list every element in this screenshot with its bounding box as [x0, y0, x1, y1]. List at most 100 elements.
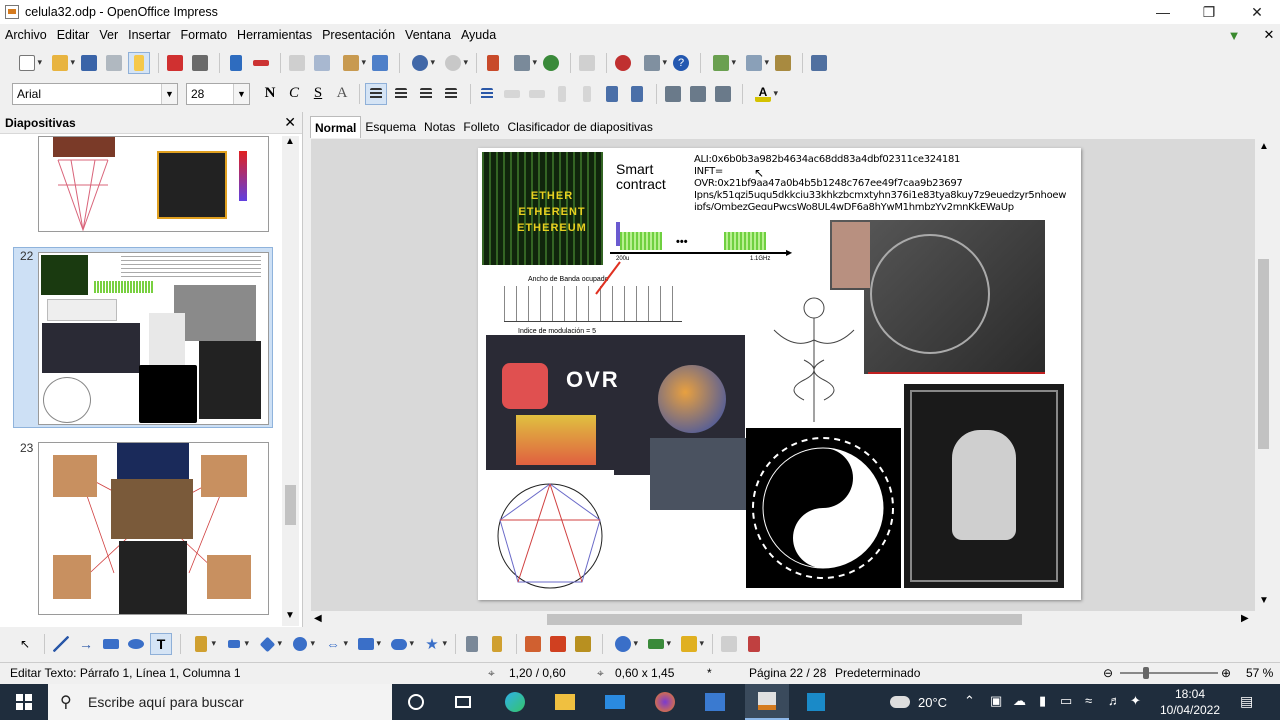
chevron-down-icon[interactable]: ▼ [233, 83, 249, 104]
slide-design-icon[interactable] [739, 52, 769, 74]
justify-icon[interactable] [440, 83, 462, 105]
close-window-icon[interactable]: ✕ [1234, 0, 1280, 24]
print-icon[interactable] [189, 52, 211, 74]
export-pdf-icon[interactable] [164, 52, 186, 74]
demote-icon[interactable] [526, 83, 548, 105]
copy-icon[interactable] [311, 52, 333, 74]
clock-date[interactable]: 10/04/2022 [1158, 703, 1222, 717]
redo-icon[interactable] [438, 52, 468, 74]
battery-icon[interactable]: ▭ [1060, 693, 1072, 709]
line-arrow-icon[interactable]: → [75, 633, 97, 655]
underline-icon[interactable]: S [306, 83, 330, 105]
menu-editar[interactable]: Editar [52, 28, 95, 42]
undo-icon[interactable] [405, 52, 435, 74]
character-icon[interactable] [662, 83, 684, 105]
select-arrow-icon[interactable]: ↖ [14, 633, 36, 655]
paragraph-icon[interactable] [687, 83, 709, 105]
zoom-out-icon[interactable]: ⊖ [1103, 666, 1113, 680]
scroll-thumb[interactable] [547, 614, 1022, 625]
table-icon[interactable] [507, 52, 537, 74]
firefox-icon[interactable] [643, 684, 687, 720]
ellipse-icon[interactable] [125, 633, 147, 655]
slide-icon[interactable] [706, 52, 736, 74]
modified-indicator[interactable]: * [707, 666, 712, 680]
scroll-thumb[interactable] [1258, 259, 1269, 449]
numbering-icon[interactable] [712, 83, 734, 105]
spectrum-image[interactable]: ••• ▶ 200u 1.1GHz [610, 210, 792, 268]
scroll-up-icon[interactable]: ▲ [1259, 141, 1269, 152]
menu-insertar[interactable]: Insertar [123, 28, 175, 42]
menu-formato[interactable]: Formato [176, 28, 233, 42]
help-icon[interactable]: ? [670, 52, 692, 74]
enneagram-image[interactable] [486, 470, 614, 594]
gallery-icon[interactable] [572, 633, 594, 655]
menu-ver[interactable]: Ver [94, 28, 123, 42]
zoom-value[interactable]: 57 % [1246, 666, 1273, 680]
zoom-slider-thumb[interactable] [1143, 667, 1149, 679]
slide-canvas[interactable]: ETHER ETHERENT ETHEREUM Smart contract A… [311, 139, 1255, 611]
slide-thumbnail-23[interactable] [38, 442, 269, 615]
smart-contract-label[interactable]: Smart contract [616, 162, 666, 192]
grid-icon[interactable] [576, 52, 598, 74]
bold-icon[interactable]: N [258, 83, 282, 105]
align-right-icon[interactable] [415, 83, 437, 105]
font-name-box[interactable]: Arial ▼ [12, 82, 178, 105]
points-icon[interactable] [461, 633, 483, 655]
save-icon[interactable] [78, 52, 100, 74]
fontwork-icon[interactable] [522, 633, 544, 655]
scroll-down-icon[interactable]: ▼ [1259, 595, 1269, 606]
draw-functions-icon[interactable] [612, 52, 634, 74]
clock-time[interactable]: 18:04 [1158, 687, 1222, 701]
caduceus-image[interactable] [764, 290, 864, 426]
cloud-icon[interactable]: ☁ [1013, 693, 1026, 709]
zoom-slider[interactable] [1120, 672, 1218, 674]
align-center-icon[interactable] [390, 83, 412, 105]
spellcheck-icon[interactable] [225, 52, 247, 74]
scroll-thumb[interactable] [285, 485, 296, 525]
slide-thumbnail-22[interactable] [38, 252, 269, 425]
stars-icon[interactable]: ★ [417, 633, 447, 655]
font-size-box[interactable]: 28 ▼ [186, 82, 250, 105]
app-tray-icon[interactable]: ✦ [1130, 693, 1141, 709]
increase-spacing-icon[interactable] [601, 83, 623, 105]
slides-panel-scrollbar[interactable]: ▲ ▼ [282, 136, 299, 626]
callouts-icon[interactable] [384, 633, 414, 655]
rectangle-icon[interactable] [100, 633, 122, 655]
slideshow-icon[interactable] [808, 52, 830, 74]
slide-thumbnail-21[interactable] [38, 136, 269, 232]
tab-clasificador[interactable]: Clasificador de diapositivas [503, 116, 656, 138]
email-icon[interactable] [103, 52, 125, 74]
promote-icon[interactable] [501, 83, 523, 105]
cut-icon[interactable] [286, 52, 308, 74]
master-slide-icon[interactable] [772, 52, 794, 74]
scroll-right-icon[interactable]: ▶ [1241, 613, 1249, 624]
task-view-icon[interactable] [441, 684, 485, 720]
chevron-down-icon[interactable]: ▼ [161, 83, 177, 104]
close-document-icon[interactable]: ✕ [1261, 27, 1277, 43]
format-paintbrush-icon[interactable] [369, 52, 391, 74]
tab-folleto[interactable]: Folleto [459, 116, 503, 138]
notifications-icon[interactable]: ▤ [1240, 693, 1253, 710]
cortana-icon[interactable] [394, 684, 438, 720]
palm-hand-image[interactable] [904, 384, 1064, 588]
yinyang-image[interactable] [746, 428, 901, 588]
open-icon[interactable] [45, 52, 75, 74]
glue-points-icon[interactable] [486, 633, 508, 655]
zoom-icon[interactable] [637, 52, 667, 74]
new-document-icon[interactable] [12, 52, 42, 74]
connector-icon[interactable] [219, 633, 249, 655]
interaction-icon[interactable] [743, 633, 765, 655]
hash-text-box[interactable]: ALI:0x6b0b3a982b4634ac68dd83a4dbf02311ce… [694, 154, 1078, 214]
tab-notas[interactable]: Notas [420, 116, 459, 138]
alignment-icon[interactable] [641, 633, 671, 655]
zoom-in-icon[interactable]: ⊕ [1221, 666, 1231, 680]
menu-herramientas[interactable]: Herramientas [232, 28, 317, 42]
app-icon[interactable] [794, 684, 838, 720]
text-tool-icon[interactable]: T [150, 633, 172, 655]
canvas-vertical-scrollbar[interactable]: ▲ ▼ [1255, 139, 1272, 611]
restore-icon[interactable]: ❐ [1186, 0, 1232, 24]
menu-presentacion[interactable]: Presentación [317, 28, 400, 42]
temperature[interactable]: 20°C [918, 695, 947, 710]
curve-icon[interactable] [186, 633, 216, 655]
chart-icon[interactable] [482, 52, 504, 74]
